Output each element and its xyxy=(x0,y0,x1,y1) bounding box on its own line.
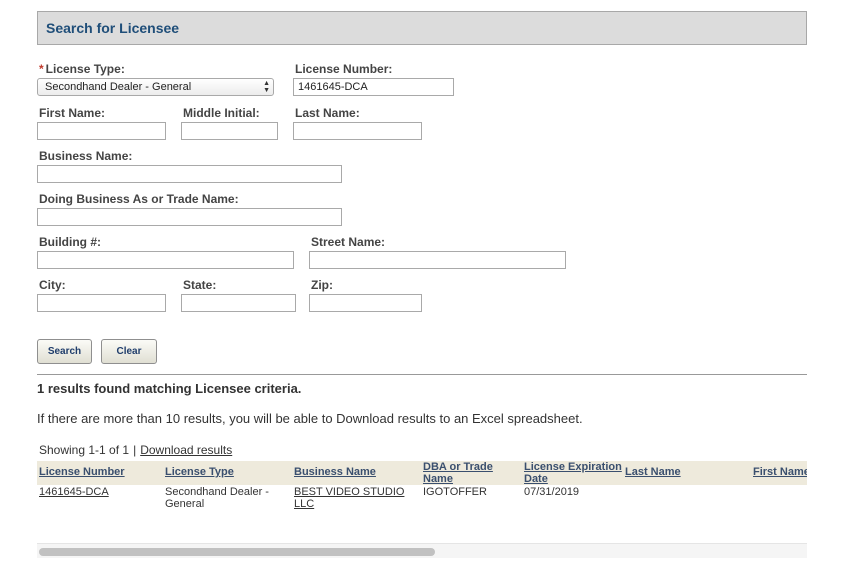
required-marker: * xyxy=(39,62,44,76)
middle-initial-label: Middle Initial: xyxy=(183,106,260,120)
row-license-type-line1: Secondhand Dealer - xyxy=(165,486,269,498)
header-dba-line2: Name xyxy=(423,473,453,485)
header-first-name[interactable]: First Name xyxy=(753,466,807,478)
building-number-input[interactable] xyxy=(37,251,294,269)
panel-title: Search for Licensee xyxy=(46,20,180,36)
pagination-summary: Showing 1-1 of 1 | Download results xyxy=(39,443,232,457)
search-button[interactable]: Search xyxy=(37,339,92,364)
license-type-selected-value: Secondhand Dealer - General xyxy=(45,81,192,93)
state-input[interactable] xyxy=(181,294,296,312)
row-expiration-date: 07/31/2019 xyxy=(524,486,580,498)
first-name-input[interactable] xyxy=(37,122,166,140)
header-business-name[interactable]: Business Name xyxy=(294,466,376,478)
row-dba: IGOTOFFER xyxy=(423,486,487,498)
row-business-name-link[interactable]: BEST VIDEO STUDIO LLC xyxy=(294,486,404,510)
row-license-number-link[interactable]: 1461645-DCA xyxy=(39,486,109,498)
results-table: License Number License Type Business Nam… xyxy=(37,461,807,543)
table-header-row: License Number License Type Business Nam… xyxy=(37,461,807,485)
showing-text: Showing 1-1 of 1 xyxy=(39,443,130,457)
state-label: State: xyxy=(183,278,217,292)
street-name-label: Street Name: xyxy=(311,235,386,249)
license-number-label: License Number: xyxy=(295,62,393,76)
city-input[interactable] xyxy=(37,294,166,312)
horizontal-scrollbar[interactable] xyxy=(37,543,807,558)
search-panel-header: Search for Licensee xyxy=(37,11,807,45)
results-count-text: 1 results found matching Licensee criter… xyxy=(37,381,302,396)
city-label: City: xyxy=(39,278,66,292)
zip-label: Zip: xyxy=(311,278,333,292)
header-dba[interactable]: DBA or Trade Name xyxy=(423,461,493,485)
zip-input[interactable] xyxy=(309,294,422,312)
header-last-name[interactable]: Last Name xyxy=(625,466,681,478)
dba-input[interactable] xyxy=(37,208,342,226)
row-business-name-line1: BEST VIDEO STUDIO xyxy=(294,486,405,498)
scrollbar-thumb[interactable] xyxy=(39,548,435,556)
results-info-text: If there are more than 10 results, you w… xyxy=(37,411,583,426)
last-name-label: Last Name: xyxy=(295,106,360,120)
divider xyxy=(37,374,807,375)
row-license-type: Secondhand Dealer - General xyxy=(165,486,269,510)
header-license-type[interactable]: License Type xyxy=(165,466,234,478)
header-dba-line1: DBA or Trade xyxy=(423,461,493,473)
license-type-label-text: License Type: xyxy=(45,62,125,76)
row-license-type-line2: General xyxy=(165,498,205,510)
building-number-label: Building #: xyxy=(39,235,101,249)
row-business-name-line2: LLC xyxy=(294,498,315,510)
business-name-input[interactable] xyxy=(37,165,342,183)
license-type-select[interactable]: Secondhand Dealer - General ▲ ▼ xyxy=(37,78,274,96)
clear-button[interactable]: Clear xyxy=(101,339,157,364)
header-expiration-line2: Date xyxy=(524,473,548,485)
select-arrows-icon: ▲ ▼ xyxy=(263,80,270,94)
separator: | xyxy=(133,443,137,457)
business-name-label: Business Name: xyxy=(39,149,133,163)
first-name-label: First Name: xyxy=(39,106,106,120)
header-expiration-line1: License Expiration xyxy=(524,461,622,473)
license-number-input[interactable] xyxy=(293,78,454,96)
last-name-input[interactable] xyxy=(293,122,422,140)
license-type-label: * License Type: xyxy=(39,62,125,76)
street-name-input[interactable] xyxy=(309,251,566,269)
download-results-link[interactable]: Download results xyxy=(140,443,232,457)
header-expiration-date[interactable]: License Expiration Date xyxy=(524,461,622,485)
header-license-number[interactable]: License Number xyxy=(39,466,125,478)
dba-label: Doing Business As or Trade Name: xyxy=(39,192,239,206)
middle-initial-input[interactable] xyxy=(181,122,278,140)
